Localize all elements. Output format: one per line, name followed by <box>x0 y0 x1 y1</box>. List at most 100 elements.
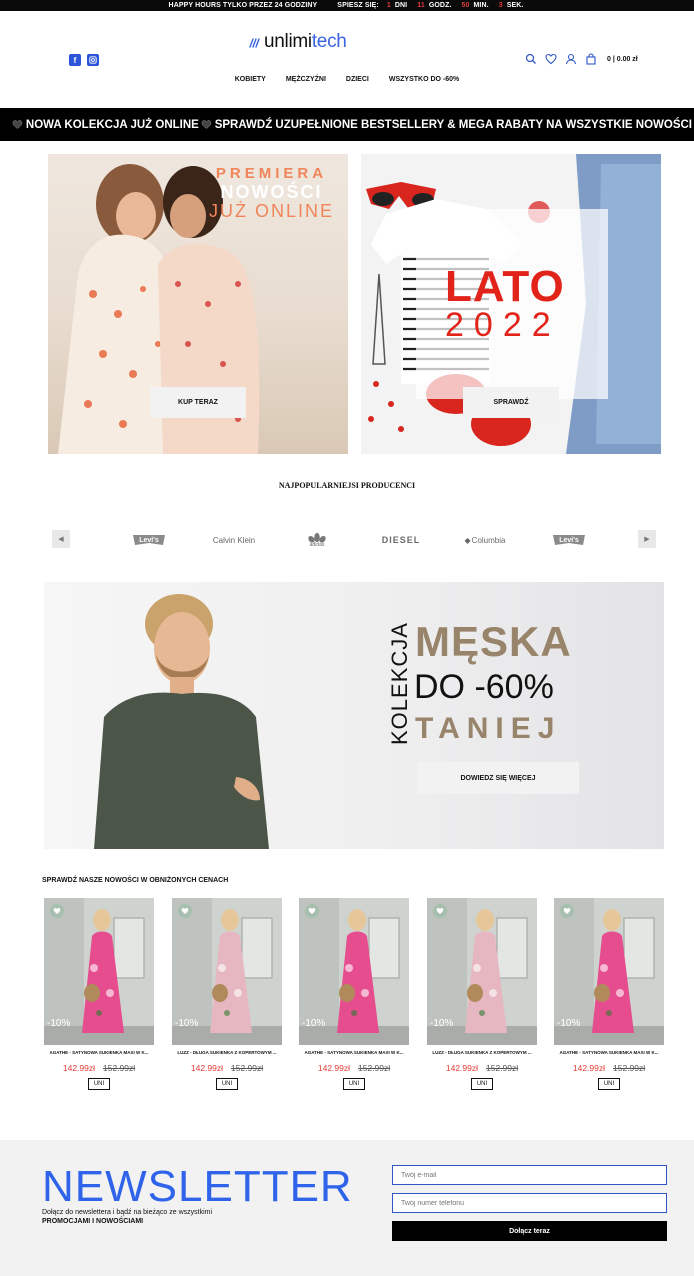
brand-adidas[interactable]: adidas <box>300 532 334 548</box>
banner-title-line2: NOWOŚCI <box>220 182 323 202</box>
main-nav: KOBIETY MĘŻCZYŹNI DZIECI WSZYSTKO DO -60… <box>0 76 694 83</box>
marquee-text-2: SPRAWDŹ UZUPEŁNIONE BESTSELLERY & MEGA R… <box>214 118 692 131</box>
promo-marquee: NOWA KOLEKCJA JUŻ ONLINE SPRAWDŹ UZUPEŁN… <box>0 108 694 141</box>
newsletter-title: NEWSLETTER <box>42 1162 353 1211</box>
wishlist-heart-icon[interactable] <box>178 904 192 918</box>
banner-men-photo <box>94 594 269 849</box>
svg-text:KOLEKCJA: KOLEKCJA <box>387 622 412 745</box>
nav-item-kobiety[interactable]: KOBIETY <box>235 76 266 83</box>
product-prices: 142.99zł 152.99zł <box>554 1063 664 1073</box>
levis-logo-icon: Levi's <box>553 535 585 545</box>
product-prices: 142.99zł 152.99zł <box>44 1063 154 1073</box>
product-card[interactable]: -10% LUZZ - DŁUGA SUKIENKA Z KOPERTOWYM .… <box>172 898 282 1090</box>
banner-new-collection-title: PREMIERA NOWOŚCI JUŻ ONLINE <box>209 164 334 221</box>
discount-badge: -10% <box>302 1018 326 1029</box>
product-image[interactable]: -10% <box>44 898 154 1045</box>
product-card[interactable]: -10% AGATHE - SATYNOWA SUKIENKA MAXI W K.… <box>299 898 409 1090</box>
logo-text-part1: unlimi <box>264 31 312 52</box>
account-user-icon[interactable] <box>565 53 577 65</box>
product-old-price: 152.99zł <box>613 1063 646 1073</box>
wishlist-heart-icon[interactable] <box>560 904 574 918</box>
banner-men-collection[interactable]: KOLEKCJA MĘSKA DO -60% TANIEJ DOWIEDZ SI… <box>44 582 664 849</box>
banner-summer-year: 2022 <box>445 306 561 344</box>
product-image[interactable]: -10% <box>554 898 664 1045</box>
promo-text: HAPPY HOURS TYLKO PRZEZ 24 GODZINY <box>168 2 318 9</box>
product-price: 142.99zł <box>317 1063 350 1073</box>
product-image[interactable]: -10% <box>172 898 282 1045</box>
product-card[interactable]: -10% LUZZ - DŁUGA SUKIENKA Z KOPERTOWYM .… <box>427 898 537 1090</box>
product-image[interactable]: -10% <box>299 898 409 1045</box>
cart-bag-icon[interactable] <box>585 53 597 65</box>
product-name[interactable]: AGATHE - SATYNOWA SUKIENKA MAXI W K... <box>299 1050 409 1055</box>
discount-badge: -10% <box>557 1018 581 1029</box>
shop-now-button[interactable]: KUP TERAZ <box>150 387 246 418</box>
men-vertical-label: KOLEKCJA <box>387 622 412 745</box>
discount-badge: -10% <box>430 1018 454 1029</box>
size-option[interactable]: UNI <box>216 1078 238 1090</box>
wishlist-heart-icon[interactable] <box>50 904 64 918</box>
brand-diesel[interactable]: DIESEL <box>372 532 430 548</box>
men-title-line3: TANIEJ <box>415 712 562 745</box>
product-prices: 142.99zł 152.99zł <box>299 1063 409 1073</box>
brand-columbia[interactable]: ◆ Columbia <box>455 532 515 548</box>
cart-summary[interactable]: 0 | 0.00 zł <box>607 56 638 63</box>
newsletter-section: NEWSLETTER Dołącz do newslettera i bądź … <box>0 1140 694 1276</box>
banner-summer-title: LATO <box>445 262 565 311</box>
countdown-seconds-unit: SEK. <box>506 2 524 9</box>
svg-text:Levi's: Levi's <box>139 537 159 544</box>
product-name[interactable]: LUZZ - DŁUGA SUKIENKA Z KOPERTOWYM ... <box>427 1050 537 1055</box>
product-image[interactable]: -10% <box>427 898 537 1045</box>
product-name[interactable]: LUZZ - DŁUGA SUKIENKA Z KOPERTOWYM ... <box>172 1050 282 1055</box>
wishlist-heart-icon[interactable] <box>305 904 319 918</box>
banner-new-collection[interactable]: PREMIERA NOWOŚCI JUŻ ONLINE KUP TERAZ <box>48 154 348 454</box>
newsletter-subtitle-line2: PROMOCJAMI I NOWOŚCIAMI <box>42 1218 144 1225</box>
product-old-price: 152.99zł <box>103 1063 136 1073</box>
banner-summer[interactable]: LATO 2022 SPRAWDŹ <box>361 154 661 454</box>
countdown-bar: HAPPY HOURS TYLKO PRZEZ 24 GODZINY SPIES… <box>0 0 694 11</box>
product-price: 142.99zł <box>445 1063 478 1073</box>
search-icon[interactable] <box>525 53 537 65</box>
facebook-icon[interactable]: f <box>69 54 81 66</box>
brand-levis-2[interactable]: Levi's <box>548 532 590 548</box>
men-title-line2: DO -60% <box>414 668 554 706</box>
site-logo[interactable]: unlimi tech <box>248 30 347 54</box>
newsletter-email-input[interactable] <box>392 1165 667 1185</box>
nav-item-mezczyzni[interactable]: MĘŻCZYŹNI <box>286 76 326 83</box>
nav-item-sale[interactable]: WSZYSTKO DO -60% <box>389 76 459 83</box>
product-card[interactable]: -10% AGATHE - SATYNOWA SUKIENKA MAXI W K.… <box>554 898 664 1090</box>
learn-more-button[interactable]: DOWIEDZ SIĘ WIĘCEJ <box>417 762 579 794</box>
brands-next-arrow-icon[interactable]: ▶ <box>638 530 656 548</box>
newsletter-subtitle: Dołącz do newslettera i bądź na bieżąco … <box>42 1208 212 1226</box>
countdown-seconds: 3 <box>498 2 503 9</box>
check-button[interactable]: SPRAWDŹ <box>463 387 559 418</box>
size-option[interactable]: UNI <box>88 1078 110 1090</box>
product-name[interactable]: AGATHE - SATYNOWA SUKIENKA MAXI W K... <box>44 1050 154 1055</box>
size-option[interactable]: UNI <box>598 1078 620 1090</box>
banner-title-line1: PREMIERA <box>215 165 328 182</box>
nav-item-dzieci[interactable]: DZIECI <box>346 76 369 83</box>
product-card[interactable]: -10% AGATHE - SATYNOWA SUKIENKA MAXI W K.… <box>44 898 154 1090</box>
brand-calvin-klein[interactable]: Calvin Klein <box>206 532 262 548</box>
newsletter-join-button[interactable]: Dołącz teraz <box>392 1221 667 1241</box>
products-section-title: SPRAWDŹ NASZE NOWOŚCI W OBNIŻONYCH CENAC… <box>42 877 229 884</box>
svg-text:Levi's: Levi's <box>559 537 579 544</box>
hurry-text: SPIESZ SIĘ: <box>337 2 379 9</box>
brand-levis[interactable]: Levi's <box>128 532 170 548</box>
wishlist-heart-icon[interactable] <box>545 53 557 65</box>
size-option[interactable]: UNI <box>471 1078 493 1090</box>
header-actions: 0 | 0.00 zł <box>525 53 638 65</box>
brands-prev-arrow-icon[interactable]: ◀ <box>52 530 70 548</box>
countdown-hours-unit: GODZ. <box>428 2 452 9</box>
levis-logo-icon: Levi's <box>133 535 165 545</box>
heart-icon <box>201 120 212 129</box>
adidas-label: adidas <box>309 542 325 548</box>
newsletter-phone-input[interactable] <box>392 1193 667 1213</box>
product-old-price: 152.99zł <box>358 1063 391 1073</box>
size-option[interactable]: UNI <box>343 1078 365 1090</box>
instagram-icon[interactable] <box>87 54 99 66</box>
wishlist-heart-icon[interactable] <box>433 904 447 918</box>
product-old-price: 152.99zł <box>231 1063 264 1073</box>
product-name[interactable]: AGATHE - SATYNOWA SUKIENKA MAXI W K... <box>554 1050 664 1055</box>
logo-text-part2: tech <box>311 31 347 52</box>
marquee-text-1: NOWA KOLEKCJA JUŻ ONLINE <box>25 118 199 131</box>
